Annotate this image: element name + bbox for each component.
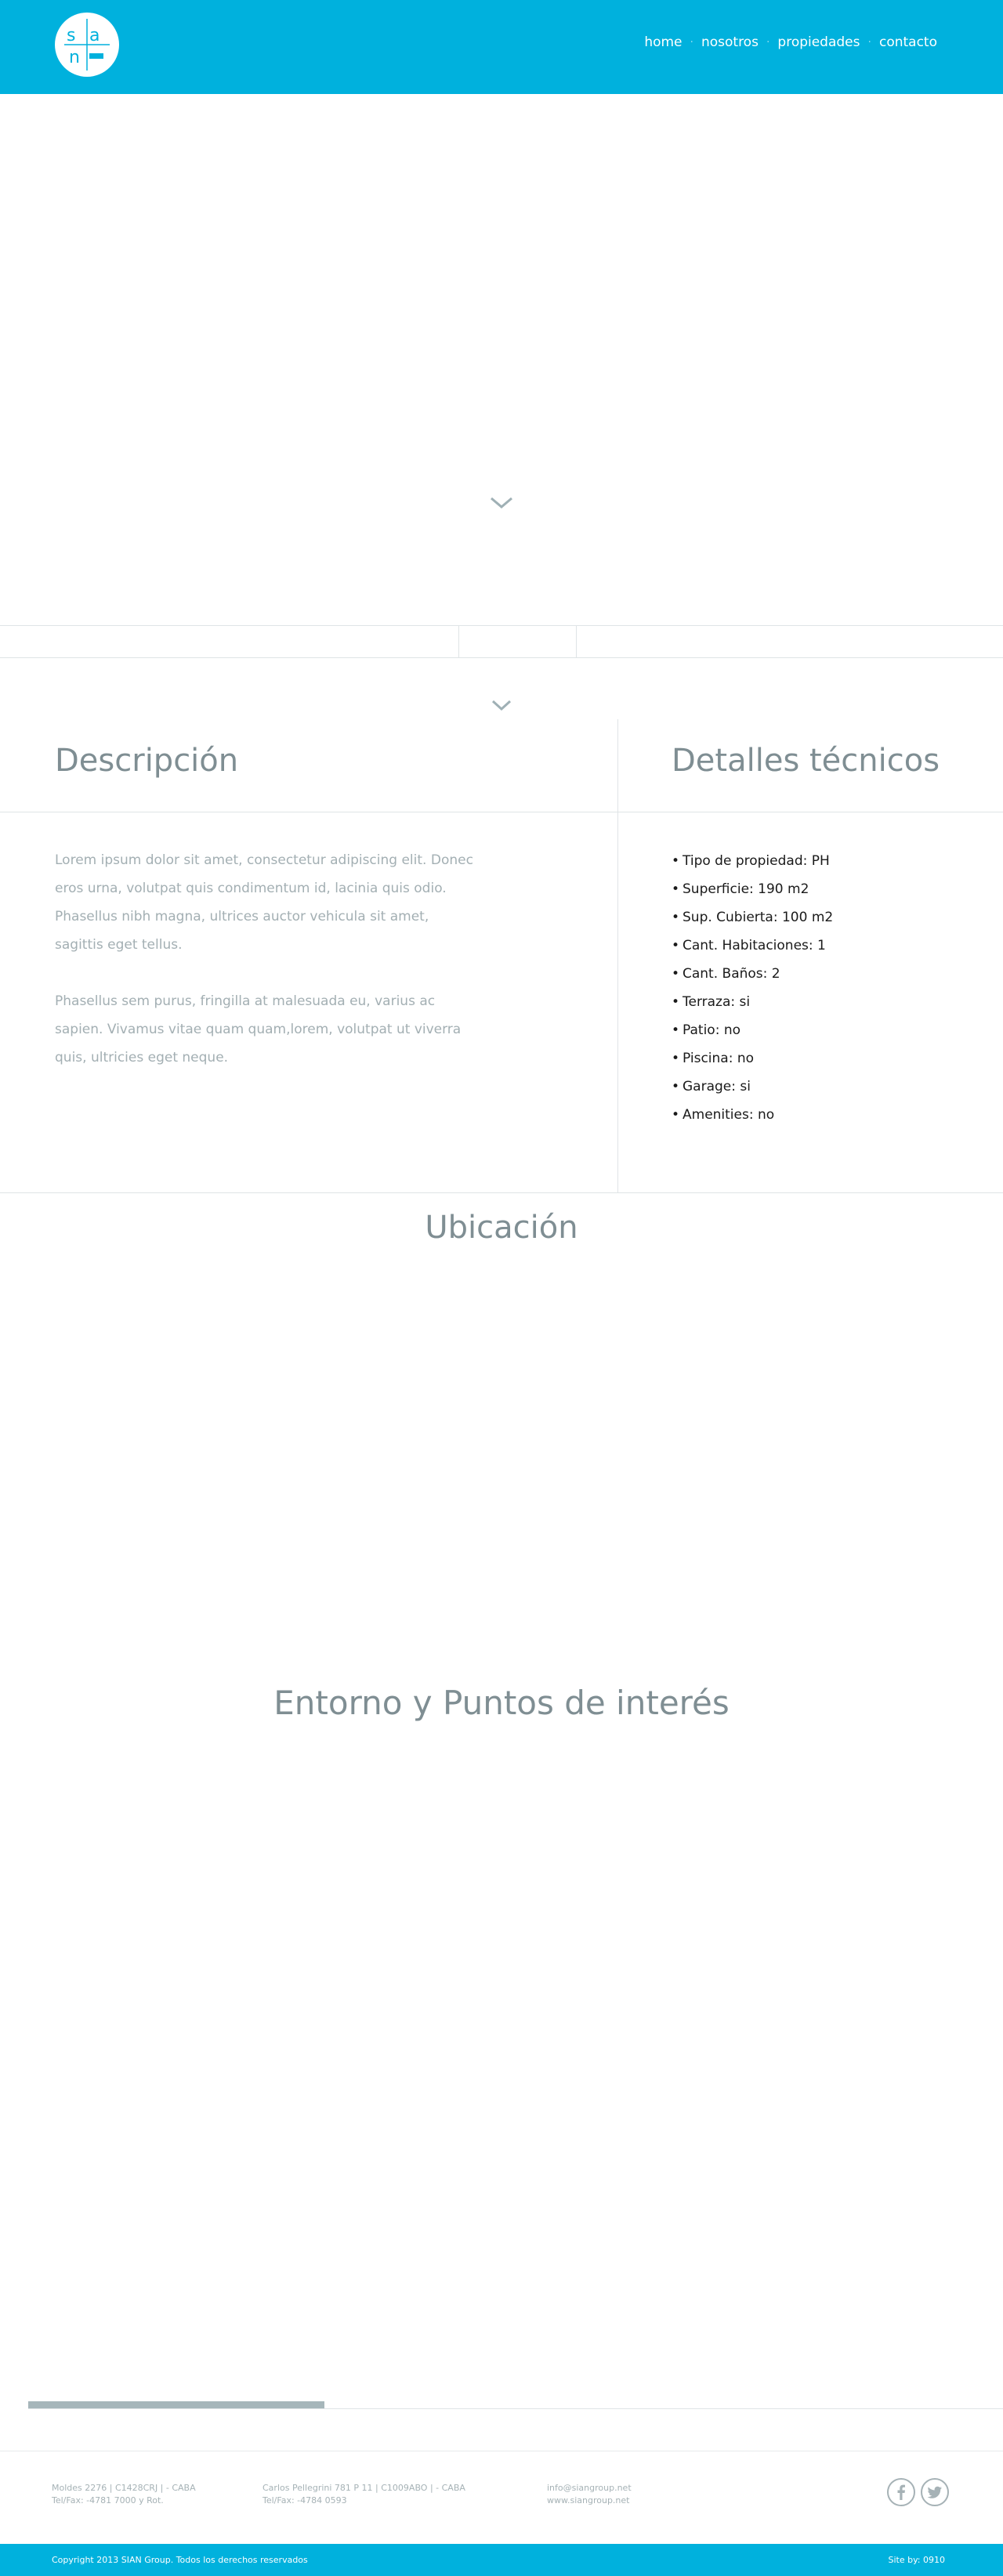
nav-separator: · xyxy=(690,36,693,49)
footer-website-link[interactable]: www.siangroup.net xyxy=(547,2495,632,2507)
nav-contacto[interactable]: contacto xyxy=(879,34,937,50)
detail-item: • Piscina: no xyxy=(672,1051,755,1066)
copyright-text: Copyright 2013 SIAN Group. Todos los der… xyxy=(52,2555,308,2565)
detalles-title: Detalles técnicos xyxy=(672,743,940,779)
nav-separator: · xyxy=(766,36,770,49)
detail-item: • Terraza: si xyxy=(672,994,751,1010)
facebook-icon[interactable] xyxy=(887,2478,915,2506)
detail-item: • Cant. Baños: 2 xyxy=(672,966,780,982)
ubicacion-title: Ubicación xyxy=(425,1210,578,1246)
tab-2[interactable] xyxy=(459,626,577,657)
detail-item: • Patio: no xyxy=(672,1022,741,1038)
section-chevron-down-icon[interactable] xyxy=(491,699,512,715)
nav-nosotros[interactable]: nosotros xyxy=(701,34,759,50)
footer-address-1: Moldes 2276 | C1428CRJ | - CABA Tel/Fax:… xyxy=(52,2482,196,2507)
footer-text: Tel/Fax: -4784 0593 xyxy=(263,2495,347,2505)
detail-item: • Tipo de propiedad: PH xyxy=(672,853,830,869)
copyright-bar: Copyright 2013 SIAN Group. Todos los der… xyxy=(0,2544,1003,2576)
hero-scroll-down-icon[interactable] xyxy=(489,495,514,512)
detail-item: • Cant. Habitaciones: 1 xyxy=(672,938,826,953)
svg-text:a: a xyxy=(89,26,100,45)
detalles-list: • Tipo de propiedad: PH • Superficie: 190 … xyxy=(672,847,833,1129)
divider xyxy=(0,1192,1003,1193)
svg-text:n: n xyxy=(69,48,80,67)
tab-3[interactable] xyxy=(577,626,1003,657)
property-tab-bar xyxy=(0,625,1003,658)
sian-group-logo[interactable]: s a n xyxy=(55,13,119,77)
footer-text: Carlos Pellegrini 781 P 11 | C1009ABO | … xyxy=(263,2483,465,2493)
footer-divider xyxy=(28,2408,1003,2409)
footer-text: Tel/Fax: -4781 7000 y Rot. xyxy=(52,2495,164,2505)
entorno-title: Entorno y Puntos de interés xyxy=(273,1684,730,1722)
detail-item: • Superficie: 190 m2 xyxy=(672,881,809,897)
logo-mark-icon: s a n xyxy=(64,19,110,71)
main-nav: home · nosotros · propiedades · contacto xyxy=(644,34,937,50)
detail-item: • Sup. Cubierta: 100 m2 xyxy=(672,910,834,925)
column-divider xyxy=(617,719,618,1193)
nav-propiedades[interactable]: propiedades xyxy=(777,34,860,50)
site-credit-link[interactable]: Site by: 0910 xyxy=(888,2555,945,2565)
descripcion-body: Lorem ipsum dolor sit amet, consectetur … xyxy=(55,846,478,1100)
twitter-icon[interactable] xyxy=(921,2478,949,2506)
descripcion-paragraph: Lorem ipsum dolor sit amet, consectetur … xyxy=(55,852,473,953)
detail-item: • Amenities: no xyxy=(672,1107,775,1123)
detail-item: • Garage: si xyxy=(672,1079,751,1094)
footer-address-2: Carlos Pellegrini 781 P 11 | C1009ABO | … xyxy=(263,2482,465,2507)
nav-separator: · xyxy=(867,36,871,49)
footer-email-link[interactable]: info@siangroup.net xyxy=(547,2482,632,2495)
svg-text:s: s xyxy=(67,26,75,45)
footer-text: Moldes 2276 | C1428CRJ | - CABA xyxy=(52,2483,196,2493)
tab-1[interactable] xyxy=(0,626,459,657)
footer-accent-bar xyxy=(28,2401,324,2408)
site-header: s a n home · nosotros · propiedades · co… xyxy=(0,0,1003,94)
descripcion-title: Descripción xyxy=(55,743,239,779)
nav-home[interactable]: home xyxy=(644,34,682,50)
footer-contact: info@siangroup.net www.siangroup.net xyxy=(547,2482,632,2507)
descripcion-paragraph: Phasellus sem purus, fringilla at malesu… xyxy=(55,993,462,1065)
